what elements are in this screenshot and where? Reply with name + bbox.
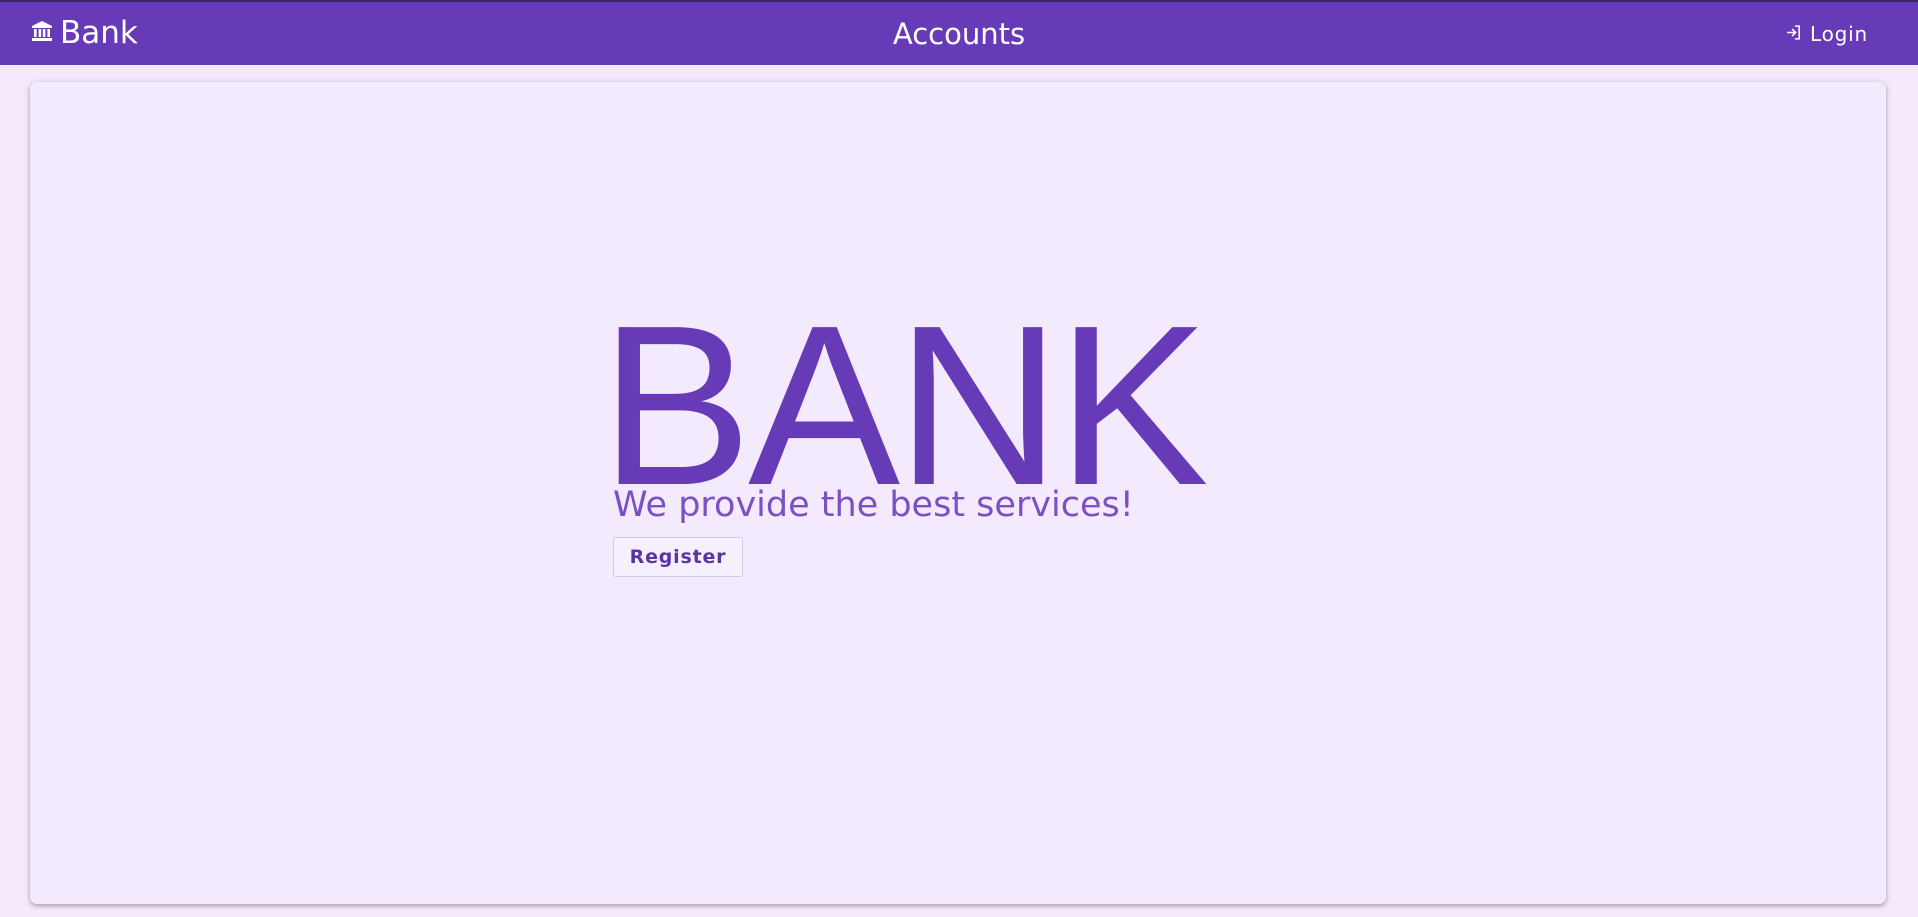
brand-label: Bank <box>60 15 138 51</box>
register-button[interactable]: Register <box>613 537 743 577</box>
login-button[interactable]: Login <box>1779 20 1874 48</box>
login-label: Login <box>1810 22 1868 46</box>
login-icon <box>1785 22 1802 46</box>
page-title: Accounts <box>892 17 1026 51</box>
hero-subtitle: We provide the best services! <box>613 485 1134 525</box>
bank-icon <box>30 15 54 51</box>
top-app-bar: Bank Accounts Login <box>0 0 1918 65</box>
main-card: BANK We provide the best services! Regis… <box>30 82 1886 904</box>
hero-section: BANK We provide the best services! Regis… <box>30 82 1886 904</box>
brand[interactable]: Bank <box>30 15 138 51</box>
